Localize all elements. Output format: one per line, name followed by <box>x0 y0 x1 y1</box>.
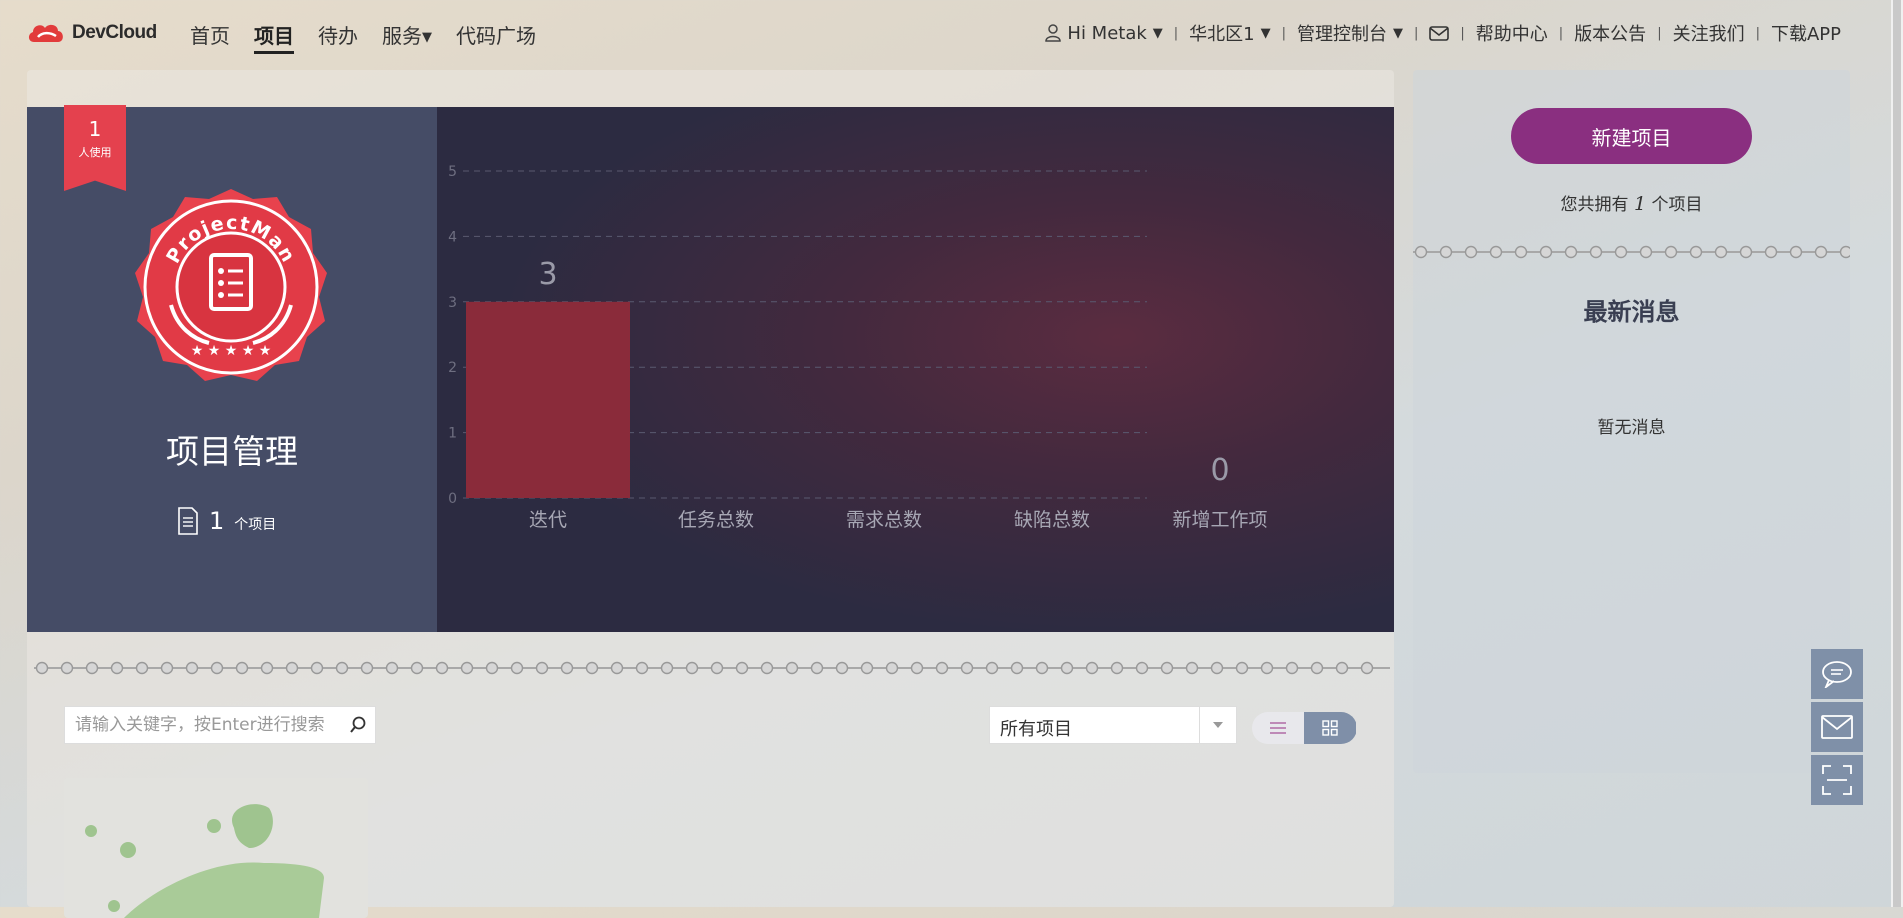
caret-down-icon: ▼ <box>1393 25 1404 41</box>
scan-icon <box>1822 765 1852 795</box>
view-toggle <box>1252 712 1357 744</box>
user-menu[interactable]: Hi Metak ▼ <box>1045 22 1163 44</box>
x-tick-label: 需求总数 <box>846 509 922 531</box>
x-tick-label: 新增工作项 <box>1172 509 1267 531</box>
list-view-button[interactable] <box>1252 712 1304 744</box>
caret-down-icon: ▼ <box>1152 25 1163 41</box>
separator: | <box>1558 25 1564 41</box>
separator: | <box>1414 25 1419 41</box>
region-menu[interactable]: 华北区1 ▼ <box>1189 20 1270 46</box>
project-cover-image <box>85 804 324 918</box>
data-label: 3 <box>538 257 557 292</box>
bar <box>466 301 630 498</box>
owned-count: 1 <box>1633 193 1647 215</box>
main-nav: 首页 项目 待办 服务▼ 代码广场 <box>190 20 560 54</box>
mail-icon <box>1821 715 1853 739</box>
owned-suffix: 个项目 <box>1651 195 1703 215</box>
summary-chart: 0 1 2 3 4 5 3 迭代 任务总数 需求总数 缺陷总数 0 新增工作项 <box>437 107 1394 632</box>
y-tick-label: 2 <box>448 360 457 376</box>
nav-home[interactable]: 首页 <box>190 20 230 54</box>
x-tick-label: 缺陷总数 <box>1014 509 1090 531</box>
release-notes-link[interactable]: 版本公告 <box>1574 20 1646 46</box>
separator: | <box>1657 25 1662 41</box>
divider <box>1413 245 1850 259</box>
x-tick-label: 任务总数 <box>678 509 754 531</box>
user-icon <box>1045 24 1062 42</box>
owned-prefix: 您共拥有 <box>1560 195 1629 215</box>
devcloud-logo[interactable]: DevCloud <box>26 20 157 46</box>
project-count: 1 个项目 <box>177 507 276 535</box>
console-label: 管理控制台 <box>1297 24 1388 45</box>
data-label: 0 <box>1210 453 1229 488</box>
document-icon <box>178 507 198 535</box>
logo-text: DevCloud <box>72 22 157 43</box>
dropdown-arrow-icon[interactable] <box>1199 707 1236 743</box>
nav-service-label: 服务 <box>382 24 422 48</box>
news-title: 最新消息 <box>1583 298 1680 326</box>
project-count-value: 1 <box>209 507 225 535</box>
summary-bar-chart: 0 1 2 3 4 5 3 迭代 任务总数 需求总数 缺陷总数 0 新增工作项 <box>448 164 1267 531</box>
project-filter-select[interactable]: 所有项目 <box>989 706 1237 744</box>
no-news-text: 暂无消息 <box>1597 418 1666 438</box>
floating-tools <box>1811 649 1863 808</box>
y-tick-label: 0 <box>448 491 457 507</box>
search-icon[interactable] <box>349 716 367 734</box>
nav-service[interactable]: 服务▼ <box>382 20 432 54</box>
separator: | <box>1755 25 1760 41</box>
projectman-badge-icon: ProjectMan ★ ★ ★ ★ ★ <box>135 189 327 381</box>
user-nav: Hi Metak ▼ | 华北区1 ▼ | 管理控制台 ▼ | | 帮助中心 | 版本… <box>1045 20 1841 46</box>
y-tick-label: 3 <box>448 295 457 311</box>
search-box <box>64 706 376 744</box>
y-tick-label: 4 <box>448 229 457 245</box>
divider <box>34 661 1390 675</box>
search-input[interactable] <box>65 707 355 743</box>
scan-button[interactable] <box>1811 755 1863 805</box>
separator: | <box>1281 25 1287 41</box>
select-value: 所有项目 <box>1000 719 1072 740</box>
x-tick-label: 迭代 <box>529 509 567 531</box>
usage-count: 1 <box>88 117 102 141</box>
download-app-link[interactable]: 下载APP <box>1771 20 1841 46</box>
mail-icon <box>1429 25 1450 41</box>
page-scrollbar[interactable] <box>1891 0 1903 907</box>
cloud-logo-icon <box>28 24 63 42</box>
grid-icon <box>1322 720 1338 736</box>
grid-view-button[interactable] <box>1304 712 1356 744</box>
feedback-mail-button[interactable] <box>1811 702 1863 752</box>
caret-down-icon: ▼ <box>1260 25 1271 41</box>
nav-code-square[interactable]: 代码广场 <box>456 20 536 54</box>
console-menu[interactable]: 管理控制台 ▼ <box>1297 20 1403 46</box>
usage-label: 人使用 <box>78 146 112 159</box>
usage-ribbon: 1 人使用 <box>64 105 126 191</box>
help-link[interactable]: 帮助中心 <box>1476 20 1548 46</box>
service-title: 项目管理 <box>166 432 298 471</box>
top-bar: DevCloud 首页 项目 待办 服务▼ 代码广场 Hi Metak ▼ | 华… <box>0 0 1903 68</box>
project-card[interactable] <box>64 778 368 918</box>
caret-down-icon: ▼ <box>422 30 432 45</box>
scrollbar-thumb[interactable] <box>1893 0 1901 907</box>
new-project-button[interactable]: 新建项目 <box>1511 108 1752 164</box>
service-hero: 1 人使用 ProjectMan ★ ★ ★ ★ ★ 项目管理 1 个项目 0 … <box>27 105 1394 632</box>
nav-project[interactable]: 项目 <box>254 20 294 54</box>
region-label: 华北区1 <box>1189 24 1255 45</box>
project-count-unit: 个项目 <box>234 517 277 533</box>
mail-button[interactable] <box>1429 25 1450 41</box>
y-tick-label: 1 <box>448 426 457 442</box>
chat-icon <box>1822 661 1852 688</box>
user-greeting: Hi Metak <box>1067 22 1147 44</box>
list-icon <box>1270 722 1286 734</box>
owned-projects-text: 您共拥有 1 个项目 <box>1413 190 1850 215</box>
chat-button[interactable] <box>1811 649 1863 699</box>
separator: | <box>1460 25 1465 41</box>
nav-todo[interactable]: 待办 <box>318 20 358 54</box>
y-tick-label: 5 <box>448 164 457 180</box>
follow-us-link[interactable]: 关注我们 <box>1673 20 1745 46</box>
svg-text:★ ★ ★ ★ ★: ★ ★ ★ ★ ★ <box>191 343 272 359</box>
side-panel: 新建项目 您共拥有 1 个项目 最新消息 暂无消息 <box>1413 70 1850 773</box>
service-info: 1 人使用 ProjectMan ★ ★ ★ ★ ★ 项目管理 1 个项目 <box>27 105 437 632</box>
separator: | <box>1173 25 1179 41</box>
